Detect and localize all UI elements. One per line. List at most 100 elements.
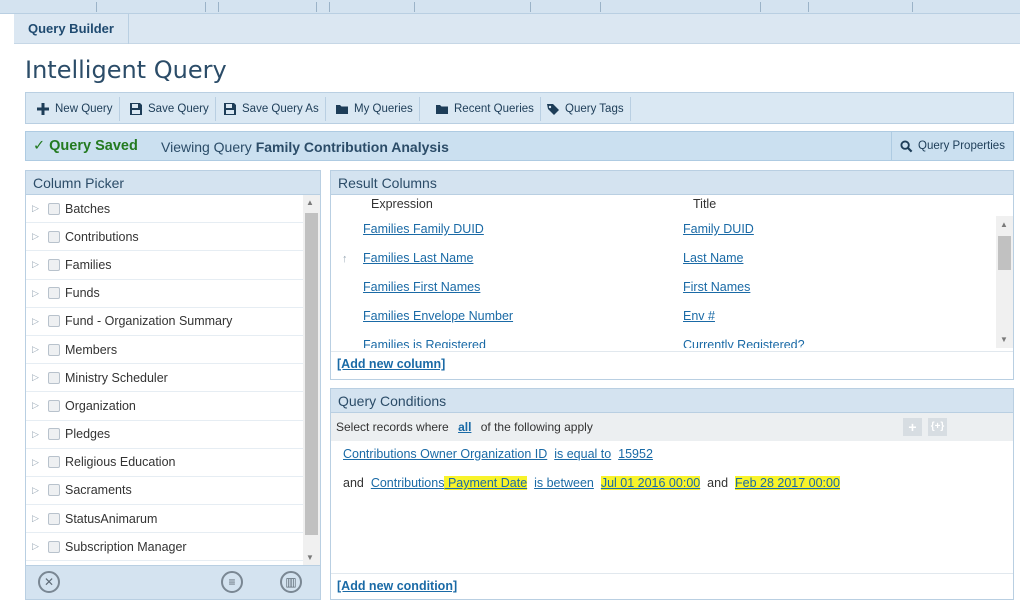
list-item[interactable]: ▷ Funds [26, 280, 304, 308]
list-item[interactable]: ▷ Members [26, 336, 304, 365]
list-item[interactable]: ▷ Organization [26, 392, 304, 421]
condition-field-link[interactable]: Contributions Owner Organization ID [343, 447, 547, 461]
save-query-button[interactable]: Save Query [123, 97, 216, 121]
list-options-icon[interactable]: ≡ [221, 571, 243, 593]
list-item[interactable]: ▷ Contributions [26, 223, 304, 252]
add-condition-icon[interactable]: + [903, 418, 922, 436]
expand-icon[interactable]: ▷ [32, 316, 46, 327]
query-saved-status: ✓ Query Saved [33, 138, 138, 154]
condition-field-link[interactable]: Contributions Payment Date [371, 476, 528, 490]
save-query-as-button[interactable]: Save Query As [217, 97, 326, 121]
recent-queries-button[interactable]: Recent Queries [429, 97, 541, 121]
scroll-up-icon[interactable]: ▲ [306, 198, 314, 207]
expression-link[interactable]: Families Last Name [363, 251, 473, 265]
condition-buttons: + {+} [903, 418, 947, 436]
sort-arrow-icon[interactable]: ↑ [342, 253, 348, 265]
add-group-icon[interactable]: {+} [928, 418, 947, 436]
expand-icon[interactable]: ▷ [32, 541, 46, 552]
checkbox[interactable] [48, 315, 60, 328]
condition-operator-link[interactable]: is between [534, 476, 594, 490]
expand-icon[interactable]: ▷ [32, 429, 46, 440]
expand-icon[interactable]: ▷ [32, 288, 46, 299]
scroll-down-icon[interactable]: ▼ [306, 553, 314, 562]
checkbox[interactable] [48, 258, 60, 271]
list-item[interactable]: ▷ StatusAnimarum [26, 505, 304, 534]
checkbox[interactable] [48, 399, 60, 412]
list-item[interactable]: ▷ Sacraments [26, 477, 304, 506]
expression-link[interactable]: Families Envelope Number [363, 309, 513, 323]
title-link[interactable]: Last Name [683, 251, 743, 265]
title-link[interactable]: Currently Registered? [683, 338, 805, 348]
scope-all-link[interactable]: all [458, 420, 471, 434]
expand-icon[interactable]: ▷ [32, 513, 46, 524]
query-properties-label: Query Properties [918, 140, 1005, 152]
condition-end-date-link[interactable]: Feb 28 2017 00:00 [734, 476, 840, 490]
scroll-up-icon[interactable]: ▲ [1000, 220, 1008, 229]
condition-start-date-link[interactable]: Jul 01 2016 00:00 [600, 476, 701, 490]
list-item[interactable]: ▷ Batches [26, 195, 304, 224]
scrollbar-thumb[interactable] [305, 213, 318, 535]
result-columns-panel: Result Columns Expression Title Families… [330, 170, 1014, 380]
checkbox[interactable] [48, 343, 60, 356]
column-picker-title: Column Picker [26, 171, 320, 195]
list-item-label: Members [65, 342, 118, 357]
title-link[interactable]: Env # [683, 309, 715, 323]
checkbox[interactable] [48, 428, 60, 441]
title-link[interactable]: First Names [683, 280, 750, 294]
list-item[interactable]: ▷ Subscription Manager [26, 533, 304, 562]
sub-navigation: Query Builder [14, 14, 1020, 44]
expand-icon[interactable]: ▷ [32, 400, 46, 411]
checkbox[interactable] [48, 371, 60, 384]
condition-value-link[interactable]: 15952 [618, 447, 653, 461]
checkbox[interactable] [48, 484, 60, 497]
folder-icon [436, 105, 448, 114]
tab-query-builder[interactable]: Query Builder [14, 14, 129, 44]
checkbox[interactable] [48, 456, 60, 469]
add-new-condition-link[interactable]: [Add new condition] [337, 579, 457, 593]
scroll-down-icon[interactable]: ▼ [1000, 335, 1008, 344]
column-picker-scrollbar[interactable]: ▲ ▼ [303, 195, 320, 565]
title-link[interactable]: Family DUID [683, 222, 754, 236]
expand-icon[interactable]: ▷ [32, 457, 46, 468]
expand-icon[interactable]: ▷ [32, 485, 46, 496]
tab-separator [96, 2, 97, 12]
my-queries-button[interactable]: My Queries [329, 97, 420, 121]
expand-icon[interactable]: ▷ [32, 344, 46, 355]
checkbox[interactable] [48, 287, 60, 300]
column-layout-icon[interactable]: ▥ [280, 571, 302, 593]
scrollbar-thumb[interactable] [998, 236, 1011, 270]
list-item-label: Contributions [65, 229, 139, 244]
expression-link[interactable]: Families Family DUID [363, 222, 484, 236]
divider [331, 573, 1013, 574]
save-query-as-label: Save Query As [242, 103, 319, 115]
expression-link[interactable]: Families First Names [363, 280, 480, 294]
checkbox[interactable] [48, 230, 60, 243]
tab-separator [912, 2, 913, 12]
query-properties-button[interactable]: Query Properties [891, 132, 1013, 160]
checkbox[interactable] [48, 202, 60, 215]
clear-selection-icon[interactable]: ✕ [38, 571, 60, 593]
query-tags-button[interactable]: Query Tags [540, 97, 631, 121]
condition-operator-link[interactable]: is equal to [554, 447, 611, 461]
tab-separator [205, 2, 206, 12]
list-item-label: Pledges [65, 427, 111, 442]
tab-separator [760, 2, 761, 12]
checkbox[interactable] [48, 512, 60, 525]
add-new-column-link[interactable]: [Add new column] [337, 357, 445, 371]
list-item[interactable]: ▷ Pledges [26, 421, 304, 449]
expression-link[interactable]: Families is Registered [363, 338, 486, 348]
list-item[interactable]: ▷ Families [26, 251, 304, 280]
result-columns-scrollbar[interactable]: ▲ ▼ [996, 216, 1013, 348]
list-item[interactable]: ▷ Ministry Scheduler [26, 364, 304, 393]
new-query-button[interactable]: New Query [30, 97, 120, 121]
expand-icon[interactable]: ▷ [32, 372, 46, 383]
expand-icon[interactable]: ▷ [32, 231, 46, 242]
tab-separator [414, 2, 415, 12]
tab-separator [316, 2, 317, 12]
list-item[interactable]: ▷ Religious Education [26, 449, 304, 477]
expand-icon[interactable]: ▷ [32, 259, 46, 270]
checkbox[interactable] [48, 540, 60, 553]
list-item[interactable]: ▷ Fund - Organization Summary [26, 308, 304, 336]
list-item-label: Organization [65, 398, 136, 413]
expand-icon[interactable]: ▷ [32, 203, 46, 214]
